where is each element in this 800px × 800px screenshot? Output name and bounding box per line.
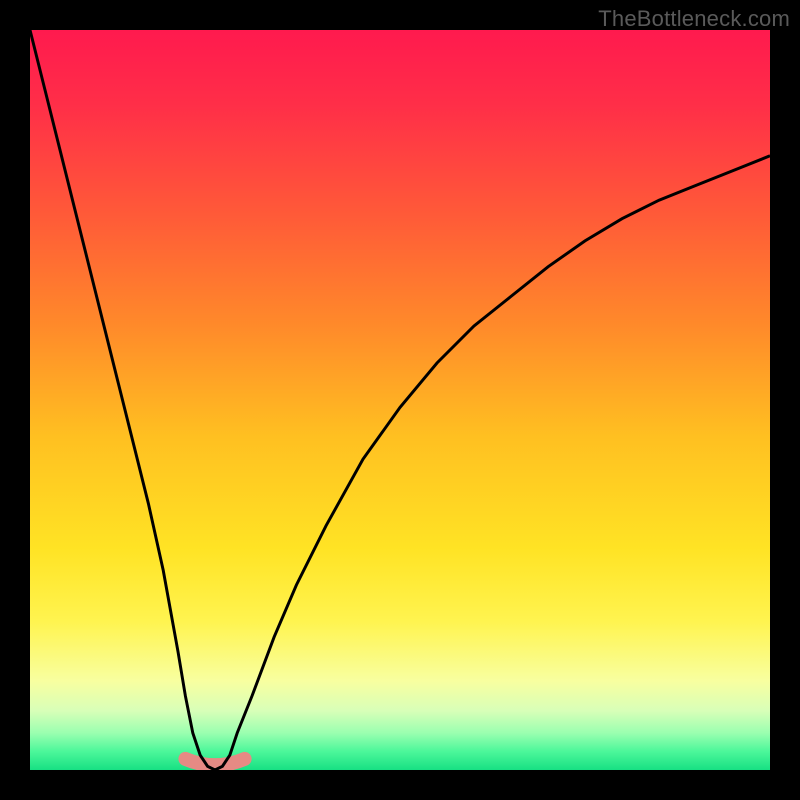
curve-layer [30,30,770,770]
chart-frame: TheBottleneck.com [0,0,800,800]
watermark-text: TheBottleneck.com [598,6,790,32]
plot-area [30,30,770,770]
bottleneck-curve [30,30,770,770]
trough-marker [185,759,244,765]
